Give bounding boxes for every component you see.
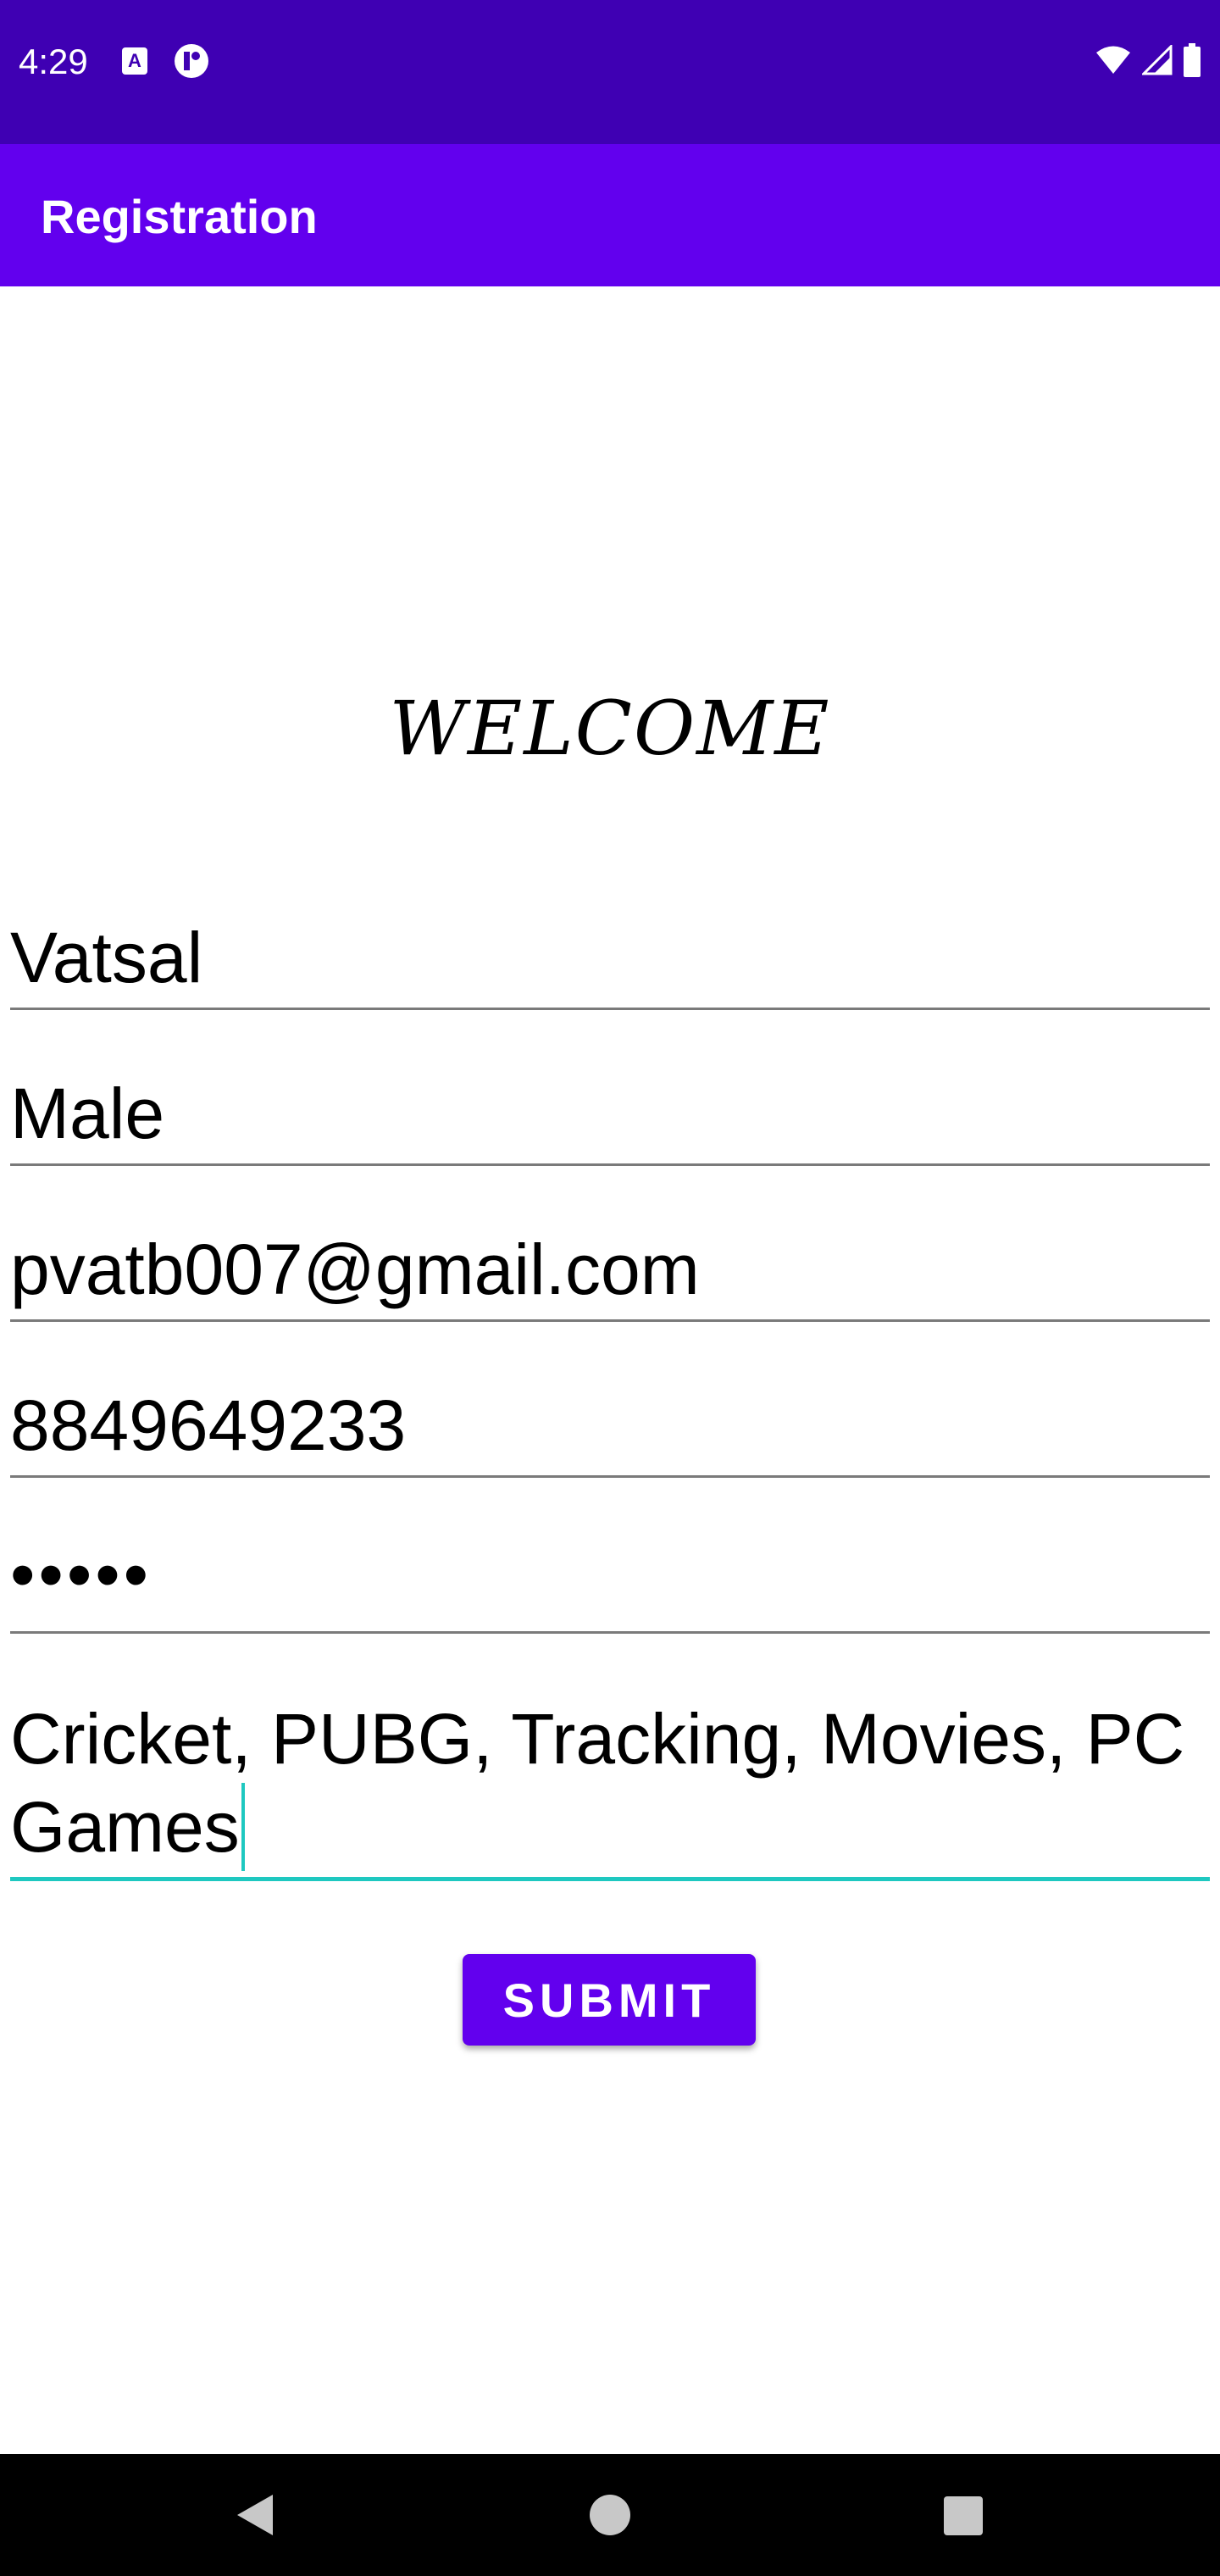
- name-value: Vatsal: [10, 918, 203, 997]
- keyboard-a-icon: A: [122, 47, 147, 75]
- phone-field[interactable]: 8849649233: [10, 1366, 1210, 1478]
- wifi-icon: [1096, 46, 1130, 74]
- password-value: •••••: [10, 1535, 152, 1614]
- email-value: pvatb007@gmail.com: [10, 1230, 700, 1309]
- app-title: Registration: [41, 190, 318, 243]
- back-icon[interactable]: [234, 2493, 276, 2537]
- app-bar: Registration: [0, 144, 1220, 286]
- cell-signal-icon: [1142, 45, 1173, 75]
- hobbies-field[interactable]: Cricket, PUBG, Tracking, Movies, PC Game…: [10, 1678, 1210, 1881]
- hobbies-value: Cricket, PUBG, Tracking, Movies, PC Game…: [10, 1699, 1185, 1867]
- recent-apps-icon[interactable]: [944, 2496, 983, 2535]
- text-cursor: [241, 1783, 245, 1871]
- navigation-bar: [0, 2454, 1220, 2576]
- battery-icon: [1184, 43, 1201, 77]
- name-field[interactable]: Vatsal: [10, 898, 1210, 1010]
- app-notification-icon: [175, 44, 208, 78]
- status-time: 4:29: [19, 42, 88, 81]
- gender-field[interactable]: Male: [10, 1054, 1210, 1166]
- registration-screen: 4:29 A Registration WELCOME Vatsal Male …: [0, 0, 1220, 2576]
- gender-value: Male: [10, 1074, 165, 1153]
- status-icons: [1095, 41, 1201, 80]
- submit-button[interactable]: SUBMIT: [463, 1954, 756, 2046]
- home-icon[interactable]: [590, 2495, 630, 2535]
- password-field[interactable]: •••••: [10, 1522, 1210, 1634]
- email-field[interactable]: pvatb007@gmail.com: [10, 1210, 1210, 1322]
- hobbies-text: Cricket, PUBG, Tracking, Movies, PC Game…: [10, 1695, 1196, 1871]
- status-bar: 4:29 A: [0, 0, 1220, 144]
- welcome-heading: WELCOME: [389, 685, 831, 772]
- phone-value: 8849649233: [10, 1385, 407, 1465]
